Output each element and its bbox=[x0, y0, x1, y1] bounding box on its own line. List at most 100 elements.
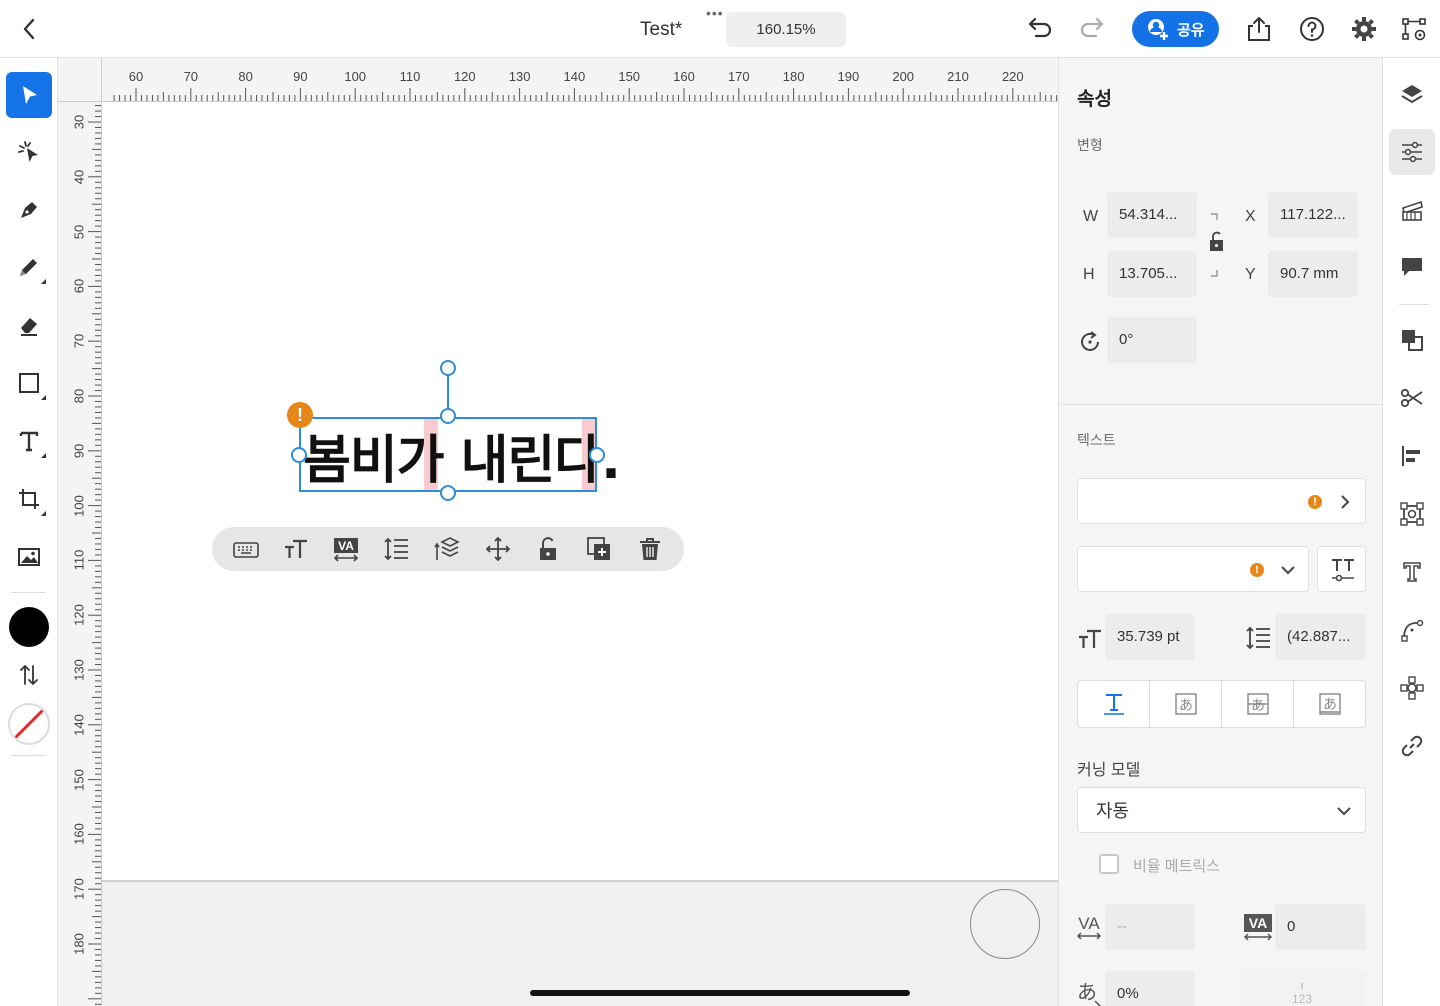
link-button[interactable] bbox=[1389, 723, 1435, 769]
move-icon[interactable] bbox=[485, 536, 511, 562]
y-position-field[interactable]: 90.7 mm bbox=[1268, 251, 1358, 297]
no-color-slash-icon bbox=[12, 707, 46, 741]
redo-icon[interactable] bbox=[1078, 15, 1106, 43]
image-tool[interactable] bbox=[6, 534, 52, 580]
svg-text:123: 123 bbox=[1292, 992, 1312, 1006]
bezier-path-icon bbox=[1401, 619, 1424, 642]
back-chevron-icon[interactable] bbox=[18, 16, 42, 42]
eraser-tool[interactable] bbox=[6, 302, 52, 348]
font-family-dropdown[interactable]: ! bbox=[1077, 478, 1366, 524]
tate-chu-yoko-icon: 123 bbox=[1292, 983, 1312, 1006]
path-preview-icon[interactable] bbox=[1400, 15, 1428, 43]
height-field[interactable]: 13.705... bbox=[1107, 251, 1197, 297]
resize-handle-top[interactable] bbox=[440, 408, 456, 424]
horizontal-ruler[interactable]: 60 70 80 90 100 110 120 130 140 150 160 170 180 190 20… bbox=[102, 58, 1058, 102]
x-position-field[interactable]: 117.122... bbox=[1268, 192, 1358, 238]
keyboard-icon[interactable] bbox=[233, 536, 259, 562]
font-size-field[interactable]: 35.739 pt bbox=[1105, 614, 1195, 660]
properties-panel-button[interactable] bbox=[1389, 129, 1435, 175]
kerning-field[interactable]: -- bbox=[1105, 904, 1195, 950]
type-panel-button[interactable] bbox=[1389, 549, 1435, 595]
stroke-color-swatch[interactable] bbox=[8, 703, 50, 745]
help-icon[interactable] bbox=[1298, 15, 1326, 43]
share-button[interactable]: 공유 bbox=[1132, 11, 1219, 47]
missing-font-warning-icon[interactable]: ! bbox=[287, 402, 313, 428]
text-frame-option[interactable]: あ bbox=[1222, 681, 1294, 727]
pen-tool[interactable] bbox=[6, 187, 52, 233]
tracking-field[interactable]: 0 bbox=[1275, 904, 1366, 950]
leading-icon bbox=[1246, 625, 1272, 656]
resize-handle-left[interactable] bbox=[291, 447, 307, 463]
more-dots-icon[interactable]: ••• bbox=[706, 6, 724, 20]
font-size-icon bbox=[1077, 626, 1103, 657]
pencil-tool[interactable] bbox=[6, 244, 52, 290]
chevron-down-icon bbox=[1337, 807, 1351, 816]
ruler-corner[interactable] bbox=[58, 58, 102, 102]
svg-text:VA: VA bbox=[338, 539, 354, 553]
selection-tool[interactable] bbox=[6, 72, 52, 118]
rotation-handle[interactable] bbox=[440, 360, 456, 376]
rotation-field[interactable]: 0° bbox=[1107, 317, 1197, 363]
resize-handle-right[interactable] bbox=[589, 447, 605, 463]
vertical-ruler[interactable]: 30 40 50 60 70 80 90 100 110 120 130 140 150 160 170 18… bbox=[58, 102, 102, 1006]
ruler-label: 220 bbox=[1001, 69, 1024, 84]
layers-panel-button[interactable] bbox=[1389, 71, 1435, 117]
unlock-icon[interactable] bbox=[535, 536, 561, 562]
duplicate-icon[interactable] bbox=[586, 536, 612, 562]
font-style-dropdown[interactable]: ! bbox=[1077, 546, 1309, 592]
proportional-metrics-checkbox[interactable] bbox=[1099, 854, 1119, 874]
direct-select-tool[interactable] bbox=[6, 129, 52, 175]
pathfinder-button[interactable] bbox=[1389, 317, 1435, 363]
missing-font-warning-icon: ! bbox=[1308, 495, 1322, 509]
kerning-icon[interactable]: VA bbox=[333, 536, 359, 562]
svg-text:あ: あ bbox=[1251, 698, 1265, 714]
assets-panel-button[interactable] bbox=[1389, 187, 1435, 233]
ruler-label: 100 bbox=[71, 494, 87, 517]
swap-colors-icon[interactable] bbox=[18, 663, 40, 692]
constrain-proportions-lock-icon[interactable] bbox=[1207, 210, 1227, 285]
tool-group-indicator bbox=[41, 279, 46, 284]
horizontal-text-option[interactable] bbox=[1078, 681, 1150, 727]
tsume-field[interactable]: 0% bbox=[1105, 971, 1195, 1006]
touch-shortcut-button[interactable] bbox=[970, 889, 1040, 959]
fill-color-swatch[interactable] bbox=[9, 607, 49, 647]
scissors-button[interactable] bbox=[1389, 375, 1435, 421]
svg-text:VA: VA bbox=[1249, 915, 1267, 931]
path-edit-button[interactable] bbox=[1389, 607, 1435, 653]
text-baseline-option[interactable]: あ bbox=[1294, 681, 1366, 727]
text-options-button[interactable] bbox=[1317, 546, 1366, 592]
tate-chu-yoko-field[interactable]: 123 bbox=[1239, 971, 1366, 1006]
delete-trash-icon[interactable] bbox=[637, 536, 663, 562]
zoom-level[interactable]: 160.15% bbox=[726, 12, 846, 47]
export-icon[interactable] bbox=[1245, 15, 1273, 43]
selection-bounding-box[interactable] bbox=[299, 417, 597, 492]
undo-icon[interactable] bbox=[1026, 15, 1054, 43]
properties-panel: 속성 변형 W 54.314... H 13.705... X 117.122.… bbox=[1058, 58, 1383, 1006]
leading-field[interactable]: (42.887... bbox=[1275, 614, 1366, 660]
resize-handle-bottom[interactable] bbox=[440, 485, 456, 501]
repeat-grid-button[interactable] bbox=[1389, 665, 1435, 711]
ruler-label: 120 bbox=[453, 69, 476, 84]
add-person-icon bbox=[1148, 19, 1168, 40]
ruler-label: 60 bbox=[128, 69, 144, 84]
width-field[interactable]: 54.314... bbox=[1107, 192, 1197, 238]
pasteboard-area[interactable] bbox=[102, 880, 1058, 1006]
svg-text:あ: あ bbox=[1179, 698, 1193, 714]
crop-artboard-tool[interactable] bbox=[6, 476, 52, 522]
arrange-layers-icon[interactable] bbox=[434, 536, 460, 562]
leading-icon[interactable] bbox=[384, 536, 410, 562]
transform-button[interactable] bbox=[1389, 491, 1435, 537]
document-title[interactable]: Test* bbox=[640, 19, 682, 41]
tool-group-indicator bbox=[41, 395, 46, 400]
align-button[interactable] bbox=[1389, 433, 1435, 479]
home-indicator[interactable] bbox=[530, 990, 910, 996]
kerning-model-dropdown[interactable]: 자동 bbox=[1077, 787, 1366, 833]
settings-gear-icon[interactable] bbox=[1350, 15, 1378, 43]
comments-panel-button[interactable] bbox=[1389, 244, 1435, 290]
kerning-model-label: 커닝 모델 bbox=[1077, 762, 1141, 779]
ruler-label: 130 bbox=[71, 659, 87, 681]
shape-tool[interactable] bbox=[6, 360, 52, 406]
type-tool[interactable] bbox=[6, 418, 52, 464]
font-size-icon[interactable] bbox=[283, 536, 309, 562]
vertical-text-option[interactable]: あ bbox=[1150, 681, 1222, 727]
